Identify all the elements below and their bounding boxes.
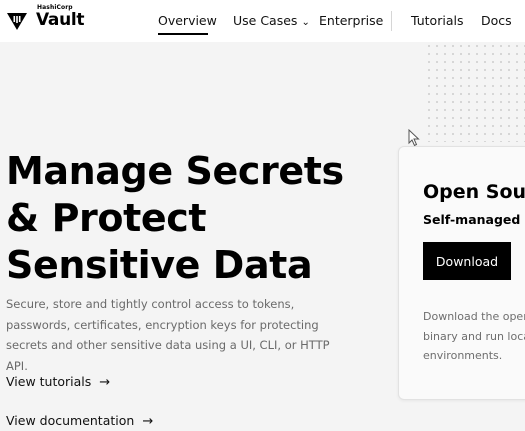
view-tutorials-link[interactable]: View tutorials → — [6, 374, 110, 390]
nav-overview[interactable]: Overview — [158, 13, 217, 28]
hero-headline-line1: Manage Secrets — [6, 149, 344, 193]
card-description: Download the open binary and run loca en… — [423, 310, 525, 362]
nav-active-indicator — [158, 33, 208, 35]
nav-divider — [391, 11, 392, 31]
brand-product[interactable]: Vault — [36, 10, 85, 30]
view-tutorials-label: View tutorials — [6, 374, 92, 389]
dot-pattern-decoration — [425, 42, 525, 142]
nav-docs[interactable]: Docs — [481, 13, 512, 28]
card-title: Open Sourc — [423, 181, 525, 203]
hero-headline: Manage Secrets & Protect Sensitive Data — [6, 148, 344, 289]
nav-use-cases-label: Use Cases — [233, 13, 298, 28]
hero-headline-line2: & Protect — [6, 196, 207, 240]
open-source-card: Open Sourc Self-managed | c Download Dow… — [398, 146, 525, 400]
arrow-right-icon: → — [99, 375, 111, 390]
chevron-down-icon: ⌄ — [301, 17, 310, 28]
hero-headline-line3: Sensitive Data — [6, 243, 313, 287]
nav-use-cases[interactable]: Use Cases ⌄ — [233, 13, 310, 28]
arrow-right-icon: → — [142, 414, 154, 429]
hero-description: Secure, store and tightly control access… — [6, 297, 330, 373]
view-documentation-label: View documentation — [6, 413, 135, 428]
nav-enterprise[interactable]: Enterprise — [319, 13, 383, 28]
download-button[interactable]: Download — [423, 242, 511, 280]
hashicorp-logo-icon[interactable] — [6, 10, 28, 32]
nav-tutorials[interactable]: Tutorials — [411, 13, 463, 28]
view-documentation-link[interactable]: View documentation → — [6, 413, 153, 429]
mouse-cursor-icon — [408, 129, 420, 147]
top-navigation: HashiCorp Vault Overview Use Cases ⌄ Ente… — [0, 0, 525, 42]
card-subtitle: Self-managed | c — [423, 212, 525, 227]
